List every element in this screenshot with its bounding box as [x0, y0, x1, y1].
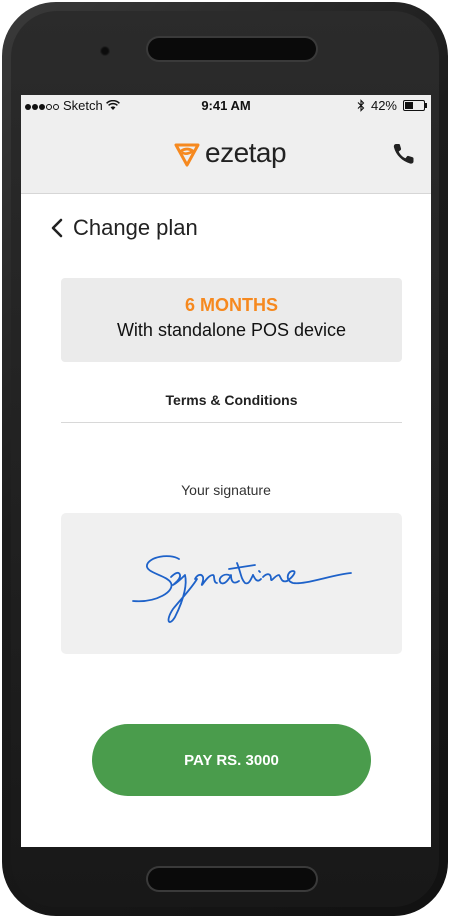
terms-link[interactable]: Terms & Conditions	[61, 392, 402, 408]
app-header: ezetap	[21, 115, 431, 194]
plan-duration: 6 MONTHS	[184, 295, 278, 315]
status-right: 42%	[357, 98, 427, 113]
status-bar: Sketch 9:41 AM 42%	[21, 95, 431, 115]
logo-text: ezetap	[205, 137, 287, 168]
app-screen: Sketch 9:41 AM 42% ezetap Change plan 6 …	[21, 95, 431, 847]
back-button[interactable]: Change plan	[51, 215, 198, 241]
plan-description: With standalone POS device	[116, 320, 347, 340]
signature-pad[interactable]	[61, 513, 402, 654]
divider	[61, 422, 402, 423]
front-camera	[100, 46, 110, 56]
battery-icon	[403, 100, 427, 111]
plan-card: 6 MONTHS With standalone POS device	[61, 278, 402, 362]
home-button[interactable]	[148, 868, 316, 890]
earpiece-speaker	[148, 38, 316, 60]
phone-icon[interactable]	[391, 142, 417, 166]
chevron-left-icon	[51, 218, 63, 238]
ezetap-logo-icon	[174, 143, 200, 167]
signature-drawing	[132, 555, 352, 623]
pay-button[interactable]: PAY RS. 3000	[92, 724, 371, 796]
bluetooth-icon	[357, 99, 365, 112]
battery-percent: 42%	[370, 98, 397, 113]
ezetap-logo: ezetap	[173, 137, 287, 169]
back-label: Change plan	[73, 215, 198, 240]
signature-label: Your signature	[181, 482, 271, 498]
